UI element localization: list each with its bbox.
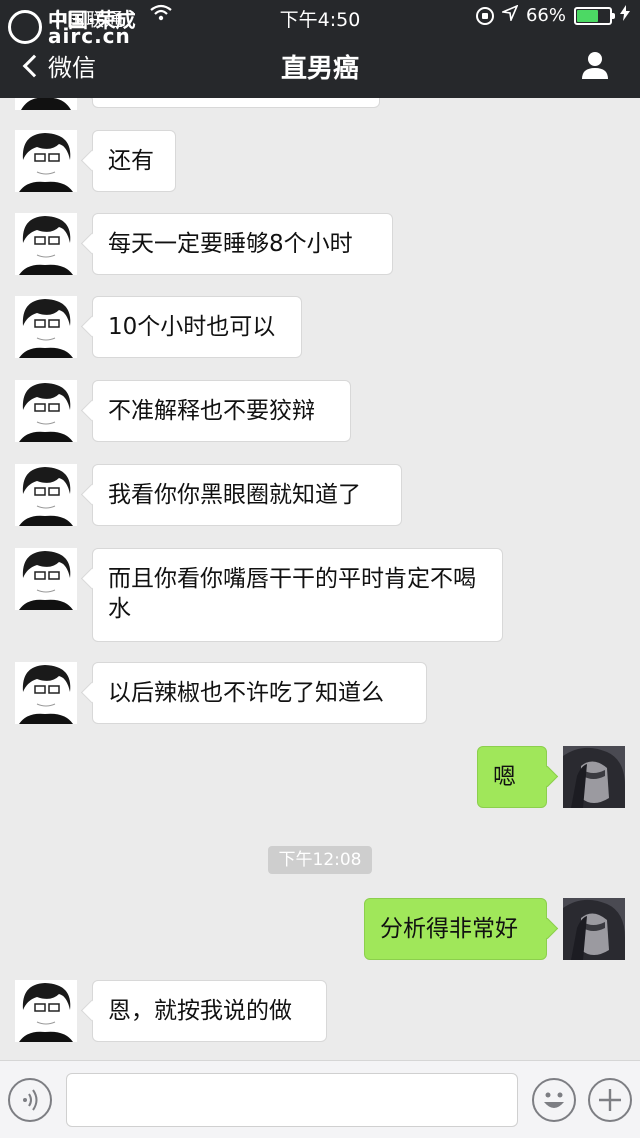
battery-percent: 66% [525,5,566,26]
nav-bar: 微信 直男癌 [0,34,640,98]
battery-icon [574,6,615,25]
smiley-icon[interactable] [532,1078,576,1122]
status-right: 66% [475,4,630,26]
avatar[interactable] [15,98,77,110]
avatar[interactable] [15,130,77,192]
message-bubble[interactable]: 每天一定要睡够8个小时 [92,213,393,275]
avatar[interactable] [15,296,77,358]
avatar[interactable] [15,380,77,442]
chat-area[interactable]: 还有 每天一定要睡够8个小时 10个小时也可以 不准解释也不要狡辩 我看你你黑眼… [0,98,640,1060]
battery-fill [577,9,599,22]
input-bar [0,1060,640,1138]
message-bubble[interactable]: 恩，就按我说的做 [92,980,327,1042]
plus-icon[interactable] [588,1078,632,1122]
message-bubble[interactable]: 10个小时也可以 [92,296,302,358]
message-bubble[interactable]: 还有 [92,130,176,192]
message-bubble[interactable]: 不准解释也不要狡辩 [92,380,351,442]
message-bubble-self[interactable]: 分析得非常好 [364,898,547,960]
avatar-self[interactable] [563,898,625,960]
avatar-self[interactable] [563,746,625,808]
top-bar: 中国联通 下午4:50 66% 中国·荣成 airc.cn 微信 直男癌 [0,0,640,98]
avatar[interactable] [15,980,77,1042]
message-bubble[interactable]: 我看你你黑眼圈就知道了 [92,464,402,526]
charging-icon [620,5,630,26]
avatar[interactable] [15,464,77,526]
message-bubble-self[interactable]: 嗯 [477,746,547,808]
avatar[interactable] [15,213,77,275]
message-bubble[interactable]: 而且你看你嘴唇干干的平时肯定不喝水 [92,548,503,642]
message-bubble-cut [92,98,380,108]
avatar[interactable] [15,662,77,724]
rotation-lock-icon [475,6,494,25]
message-input[interactable] [66,1073,518,1127]
avatar[interactable] [15,548,77,610]
location-icon [500,4,519,26]
person-icon[interactable] [580,50,610,80]
voice-icon[interactable] [8,1078,52,1122]
chat-title: 直男癌 [280,54,359,84]
timestamp: 下午12:08 [268,846,372,874]
message-bubble[interactable]: 以后辣椒也不许吃了知道么 [92,662,427,724]
